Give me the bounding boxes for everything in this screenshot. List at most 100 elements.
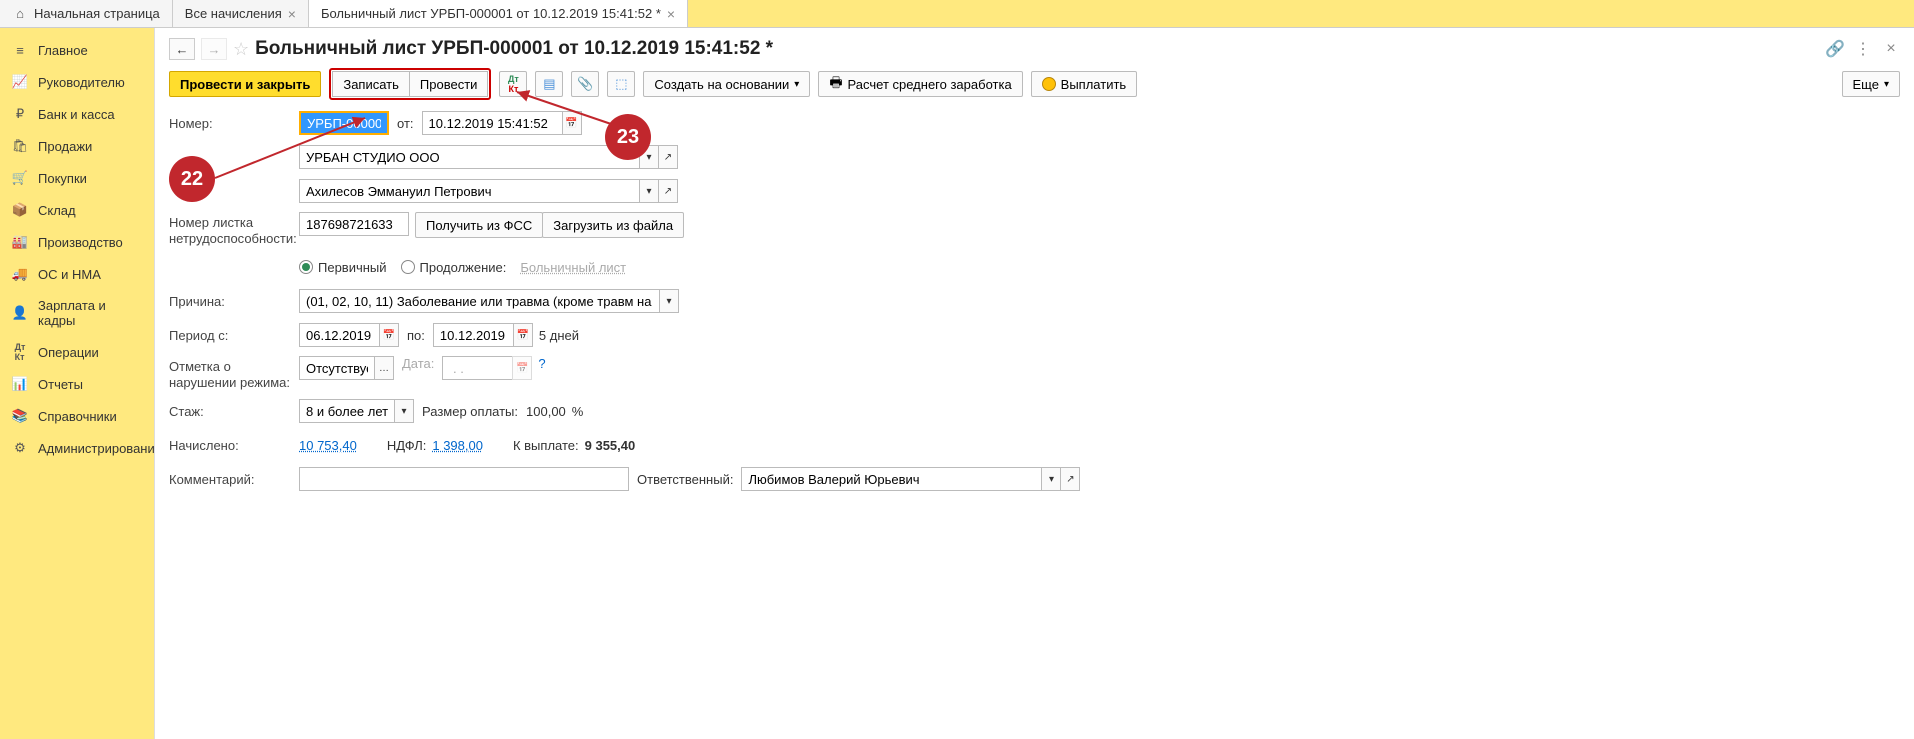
sidebar-item-label: Главное: [38, 43, 88, 58]
pay-button[interactable]: Выплатить: [1031, 71, 1138, 97]
nav-back-button[interactable]: ←: [169, 38, 195, 60]
sidebar-item-purchases[interactable]: 🛒Покупки: [0, 162, 154, 194]
date-input[interactable]: [422, 111, 562, 135]
employee-input[interactable]: [299, 179, 639, 203]
load-from-file-button[interactable]: Загрузить из файла: [542, 212, 684, 238]
kebab-menu-icon[interactable]: ⋮: [1854, 40, 1872, 58]
comment-input[interactable]: [299, 467, 629, 491]
sidebar-item-manager[interactable]: 📈Руководителю: [0, 66, 154, 98]
sidebar-item-operations[interactable]: ДтКтОперации: [0, 336, 154, 368]
pay-size-label: Размер оплаты:: [422, 404, 518, 419]
tab-doc-label: Больничный лист УРБП-000001 от 10.12.201…: [321, 6, 661, 21]
dropdown-icon[interactable]: ▾: [1041, 467, 1061, 491]
gear-icon: ⚙: [12, 440, 28, 456]
book-icon: 📚: [12, 408, 28, 424]
continuation-radio[interactable]: Продолжение:: [401, 260, 507, 275]
help-icon[interactable]: ?: [538, 356, 545, 371]
ndfl-label: НДФЛ:: [387, 438, 427, 453]
sidebar-item-admin[interactable]: ⚙Администрирование: [0, 432, 154, 464]
pay-size-value: 100,00: [526, 404, 566, 419]
top-tabs: ⌂ Начальная страница Все начисления × Бо…: [0, 0, 1914, 28]
paperclip-icon: 📎: [577, 76, 593, 92]
sidebar-item-payroll[interactable]: 👤Зарплата и кадры: [0, 290, 154, 336]
calendar-icon[interactable]: 📅: [512, 356, 532, 380]
accrued-link[interactable]: 10 753,40: [299, 438, 357, 453]
violation-input[interactable]: [299, 356, 374, 380]
tab-home[interactable]: ⌂ Начальная страница: [0, 0, 173, 27]
nav-forward-button[interactable]: →: [201, 38, 227, 60]
document-form: 22 23 ← → ☆ Больничный лист УРБП-000001 …: [155, 28, 1914, 739]
responsible-input[interactable]: [741, 467, 1041, 491]
period-label: Период с:: [169, 328, 299, 343]
sidebar-item-label: Покупки: [38, 171, 87, 186]
primary-radio[interactable]: Первичный: [299, 260, 387, 275]
tab-document[interactable]: Больничный лист УРБП-000001 от 10.12.201…: [309, 0, 688, 27]
close-icon[interactable]: ×: [1882, 40, 1900, 58]
sidebar-item-label: Справочники: [38, 409, 117, 424]
favorite-star-icon[interactable]: ☆: [233, 39, 249, 60]
attach-button[interactable]: 📎: [571, 71, 599, 97]
structure-button[interactable]: ⬚: [607, 71, 635, 97]
sidebar-item-label: Склад: [38, 203, 76, 218]
sicklist-number-input[interactable]: [299, 212, 409, 236]
sidebar-item-catalogs[interactable]: 📚 Справочники: [0, 400, 154, 432]
calc-average-button[interactable]: 🖶Расчет среднего заработка: [818, 71, 1022, 97]
sidebar-item-production[interactable]: 🏭Производство: [0, 226, 154, 258]
report-button[interactable]: ▤: [535, 71, 563, 97]
post-button[interactable]: Провести: [409, 71, 489, 97]
create-based-button[interactable]: Создать на основании: [643, 71, 810, 97]
sidebar-item-label: Продажи: [38, 139, 92, 154]
period-to-input[interactable]: [433, 323, 513, 347]
tab-all-accruals[interactable]: Все начисления ×: [173, 0, 309, 27]
sicklist-link: Больничный лист: [520, 260, 626, 275]
reason-input[interactable]: [299, 289, 659, 313]
dtkt-button[interactable]: ДтКт: [499, 71, 527, 97]
sidebar-item-label: Отчеты: [38, 377, 83, 392]
calendar-icon[interactable]: 📅: [379, 323, 399, 347]
home-icon: ⌂: [12, 6, 28, 22]
dropdown-icon[interactable]: ▾: [659, 289, 679, 313]
bars-icon: 📊: [12, 376, 28, 392]
close-icon[interactable]: ×: [667, 7, 675, 21]
sidebar-item-assets[interactable]: 🚚ОС и НМА: [0, 258, 154, 290]
sidebar-item-sales[interactable]: 🛍Продажи: [0, 130, 154, 162]
sidebar-item-bank[interactable]: ₽ Банк и касса: [0, 98, 154, 130]
ndfl-link[interactable]: 1 398,00: [432, 438, 483, 453]
violation-date-input[interactable]: [442, 356, 512, 380]
ellipsis-icon[interactable]: …: [374, 356, 394, 380]
days-count: 5 дней: [539, 328, 579, 343]
ruble-icon: ₽: [12, 106, 28, 122]
stage-input[interactable]: [299, 399, 394, 423]
open-icon[interactable]: ↗: [1060, 467, 1080, 491]
sidebar-item-label: Банк и касса: [38, 107, 115, 122]
number-input[interactable]: [299, 111, 389, 135]
sidebar-item-warehouse[interactable]: 📦Склад: [0, 194, 154, 226]
violation-label: Отметка о нарушении режима:: [169, 356, 299, 390]
reason-label: Причина:: [169, 294, 299, 309]
get-from-fss-button[interactable]: Получить из ФСС: [415, 212, 543, 238]
open-icon[interactable]: ↗: [658, 145, 678, 169]
factory-icon: 🏭: [12, 234, 28, 250]
person-icon: 👤: [12, 305, 28, 321]
link-icon[interactable]: 🔗: [1826, 40, 1844, 58]
sidebar: ≡Главное 📈Руководителю ₽ Банк и касса 🛍Пр…: [0, 28, 155, 739]
structure-icon: ⬚: [615, 76, 627, 92]
more-button[interactable]: Еще: [1842, 71, 1900, 97]
sidebar-item-main[interactable]: ≡Главное: [0, 34, 154, 66]
from-label: от:: [397, 116, 414, 131]
open-icon[interactable]: ↗: [658, 179, 678, 203]
sidebar-item-reports[interactable]: 📊 Отчеты: [0, 368, 154, 400]
calendar-icon[interactable]: 📅: [513, 323, 533, 347]
sidebar-item-label: ОС и НМА: [38, 267, 101, 282]
calendar-icon[interactable]: 📅: [562, 111, 582, 135]
dropdown-icon[interactable]: ▾: [639, 179, 659, 203]
post-and-close-button[interactable]: Провести и закрыть: [169, 71, 321, 97]
period-from-input[interactable]: [299, 323, 379, 347]
close-icon[interactable]: ×: [288, 7, 296, 21]
topay-value: 9 355,40: [585, 438, 636, 453]
dropdown-icon[interactable]: ▾: [394, 399, 414, 423]
annotation-23: 23: [605, 114, 651, 160]
document-icon: ▤: [543, 76, 555, 92]
write-button[interactable]: Записать: [332, 71, 410, 97]
organization-input[interactable]: [299, 145, 639, 169]
